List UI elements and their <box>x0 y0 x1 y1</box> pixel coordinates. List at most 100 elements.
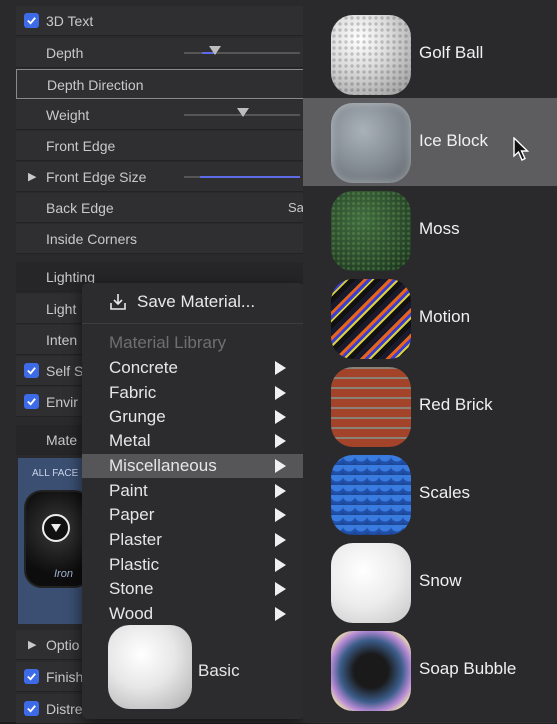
label-options: Optio <box>46 637 80 653</box>
material-label: Ice Block <box>419 131 488 150</box>
front-edge-size-slider-fill <box>200 176 300 178</box>
menu-item-plastic[interactable]: Plastic <box>82 553 305 577</box>
miscellaneous-submenu: Golf Ball Ice Block Moss Motion Red Bric… <box>303 0 557 722</box>
mouse-pointer-icon <box>513 137 530 161</box>
label-depth: Depth <box>46 45 84 61</box>
checkbox-3d-text[interactable] <box>24 13 39 28</box>
submenu-arrow-icon <box>275 607 286 621</box>
material-label: Motion <box>419 307 471 326</box>
material-scales[interactable]: Scales <box>303 450 557 538</box>
material-label: Snow <box>419 571 462 590</box>
label-self-shadows: Self S <box>46 363 84 379</box>
material-label: Red Brick <box>419 395 493 414</box>
submenu-arrow-icon <box>275 508 286 522</box>
motion-swatch <box>331 279 411 359</box>
menu-item-label: Concrete <box>109 358 178 377</box>
checkbox-distress[interactable] <box>24 701 39 716</box>
menu-item-plaster[interactable]: Plaster <box>82 528 305 552</box>
label-front-edge-size: Front Edge Size <box>46 169 147 185</box>
material-soap-bubble[interactable]: Soap Bubble <box>303 626 557 714</box>
menu-item-stone[interactable]: Stone <box>82 577 305 601</box>
preview-material-name: Iron <box>54 568 73 580</box>
label-inside-corners: Inside Corners <box>46 231 138 247</box>
submenu-arrow-icon <box>275 410 286 424</box>
checkmark-icon <box>27 705 36 713</box>
material-menu: Save Material... Material Library Concre… <box>82 283 305 719</box>
menu-item-label: Stone <box>109 579 154 598</box>
label-distress: Distre <box>46 701 83 717</box>
submenu-arrow-icon <box>275 386 286 400</box>
material-library-header: Material Library <box>109 333 227 352</box>
checkbox-environment[interactable] <box>24 394 39 409</box>
menu-separator <box>82 323 305 324</box>
menu-item-miscellaneous[interactable]: Miscellaneous <box>82 454 305 478</box>
weight-slider-knob[interactable] <box>237 108 249 117</box>
label-intensity: Inten <box>46 332 78 348</box>
depth-slider-knob[interactable] <box>209 46 221 55</box>
material-snow[interactable]: Snow <box>303 538 557 626</box>
submenu-arrow-icon <box>275 558 286 572</box>
menu-item-grunge[interactable]: Grunge <box>82 405 305 429</box>
menu-item-paint[interactable]: Paint <box>82 479 305 503</box>
submenu-arrow-icon <box>275 533 286 547</box>
material-red-brick[interactable]: Red Brick <box>303 362 557 450</box>
menu-item-label: Wood <box>109 604 154 623</box>
submenu-arrow-icon <box>275 459 286 473</box>
menu-item-label: Fabric <box>109 383 157 402</box>
submenu-arrow-icon <box>275 484 286 498</box>
menu-item-label: Grunge <box>109 407 166 426</box>
menu-item-label: Paint <box>109 481 148 500</box>
label-back-edge: Back Edge <box>46 200 114 216</box>
disclosure-triangle-icon[interactable]: ▶ <box>28 638 36 651</box>
scales-swatch <box>331 455 411 535</box>
menu-item-metal[interactable]: Metal <box>82 429 305 453</box>
save-material-label: Save Material... <box>137 292 256 311</box>
soap-bubble-swatch <box>331 631 411 711</box>
material-moss[interactable]: Moss <box>303 186 557 274</box>
checkbox-finish[interactable] <box>24 669 39 684</box>
menu-item-label: Paper <box>109 505 155 524</box>
menu-item-paper[interactable]: Paper <box>82 503 305 527</box>
red-brick-swatch <box>331 367 411 447</box>
menu-item-label: Plaster <box>109 530 162 549</box>
disclosure-triangle-icon[interactable]: ▶ <box>28 170 36 183</box>
snow-swatch <box>331 543 411 623</box>
submenu-arrow-icon <box>275 582 286 596</box>
label-light: Light <box>46 301 77 317</box>
checkmark-icon <box>27 398 36 406</box>
menu-item-fabric[interactable]: Fabric <box>82 381 305 405</box>
submenu-arrow-icon <box>275 361 286 375</box>
material-golf-ball[interactable]: Golf Ball <box>303 10 557 98</box>
material-motion[interactable]: Motion <box>303 274 557 362</box>
back-edge-value[interactable]: Sa <box>288 200 304 215</box>
material-popup-icon[interactable] <box>42 514 70 542</box>
submenu-arrow-icon <box>275 434 286 448</box>
label-front-edge: Front Edge <box>46 138 116 154</box>
save-material-icon <box>110 294 126 310</box>
basic-material-label[interactable]: Basic <box>198 661 240 681</box>
material-label: Golf Ball <box>419 43 484 62</box>
label-material: Mate <box>46 432 78 448</box>
basic-material-swatch[interactable] <box>108 625 192 709</box>
menu-item-concrete[interactable]: Concrete <box>82 356 305 380</box>
label-weight: Weight <box>46 107 90 123</box>
chevron-down-icon <box>51 524 61 532</box>
moss-swatch <box>331 191 411 271</box>
label-depth-direction: Depth Direction <box>47 77 144 93</box>
label-finish: Finish <box>46 669 84 685</box>
material-preview[interactable]: ALL FACE Iron <box>18 458 92 624</box>
checkmark-icon <box>27 673 36 681</box>
checkmark-icon <box>27 17 36 25</box>
menu-item-label: Plastic <box>109 555 160 574</box>
golf-ball-swatch <box>331 15 411 95</box>
save-material-item[interactable]: Save Material... <box>108 289 255 315</box>
material-label: Soap Bubble <box>419 659 517 678</box>
material-label: Scales <box>419 483 471 502</box>
menu-item-label: Miscellaneous <box>109 456 217 475</box>
all-faces-label: ALL FACE <box>32 468 79 479</box>
checkbox-self-shadows[interactable] <box>24 363 39 378</box>
material-label: Moss <box>419 219 460 238</box>
label-3d-text: 3D Text <box>46 13 94 29</box>
menu-item-wood[interactable]: Wood <box>82 602 305 626</box>
menu-item-label: Metal <box>109 431 151 450</box>
